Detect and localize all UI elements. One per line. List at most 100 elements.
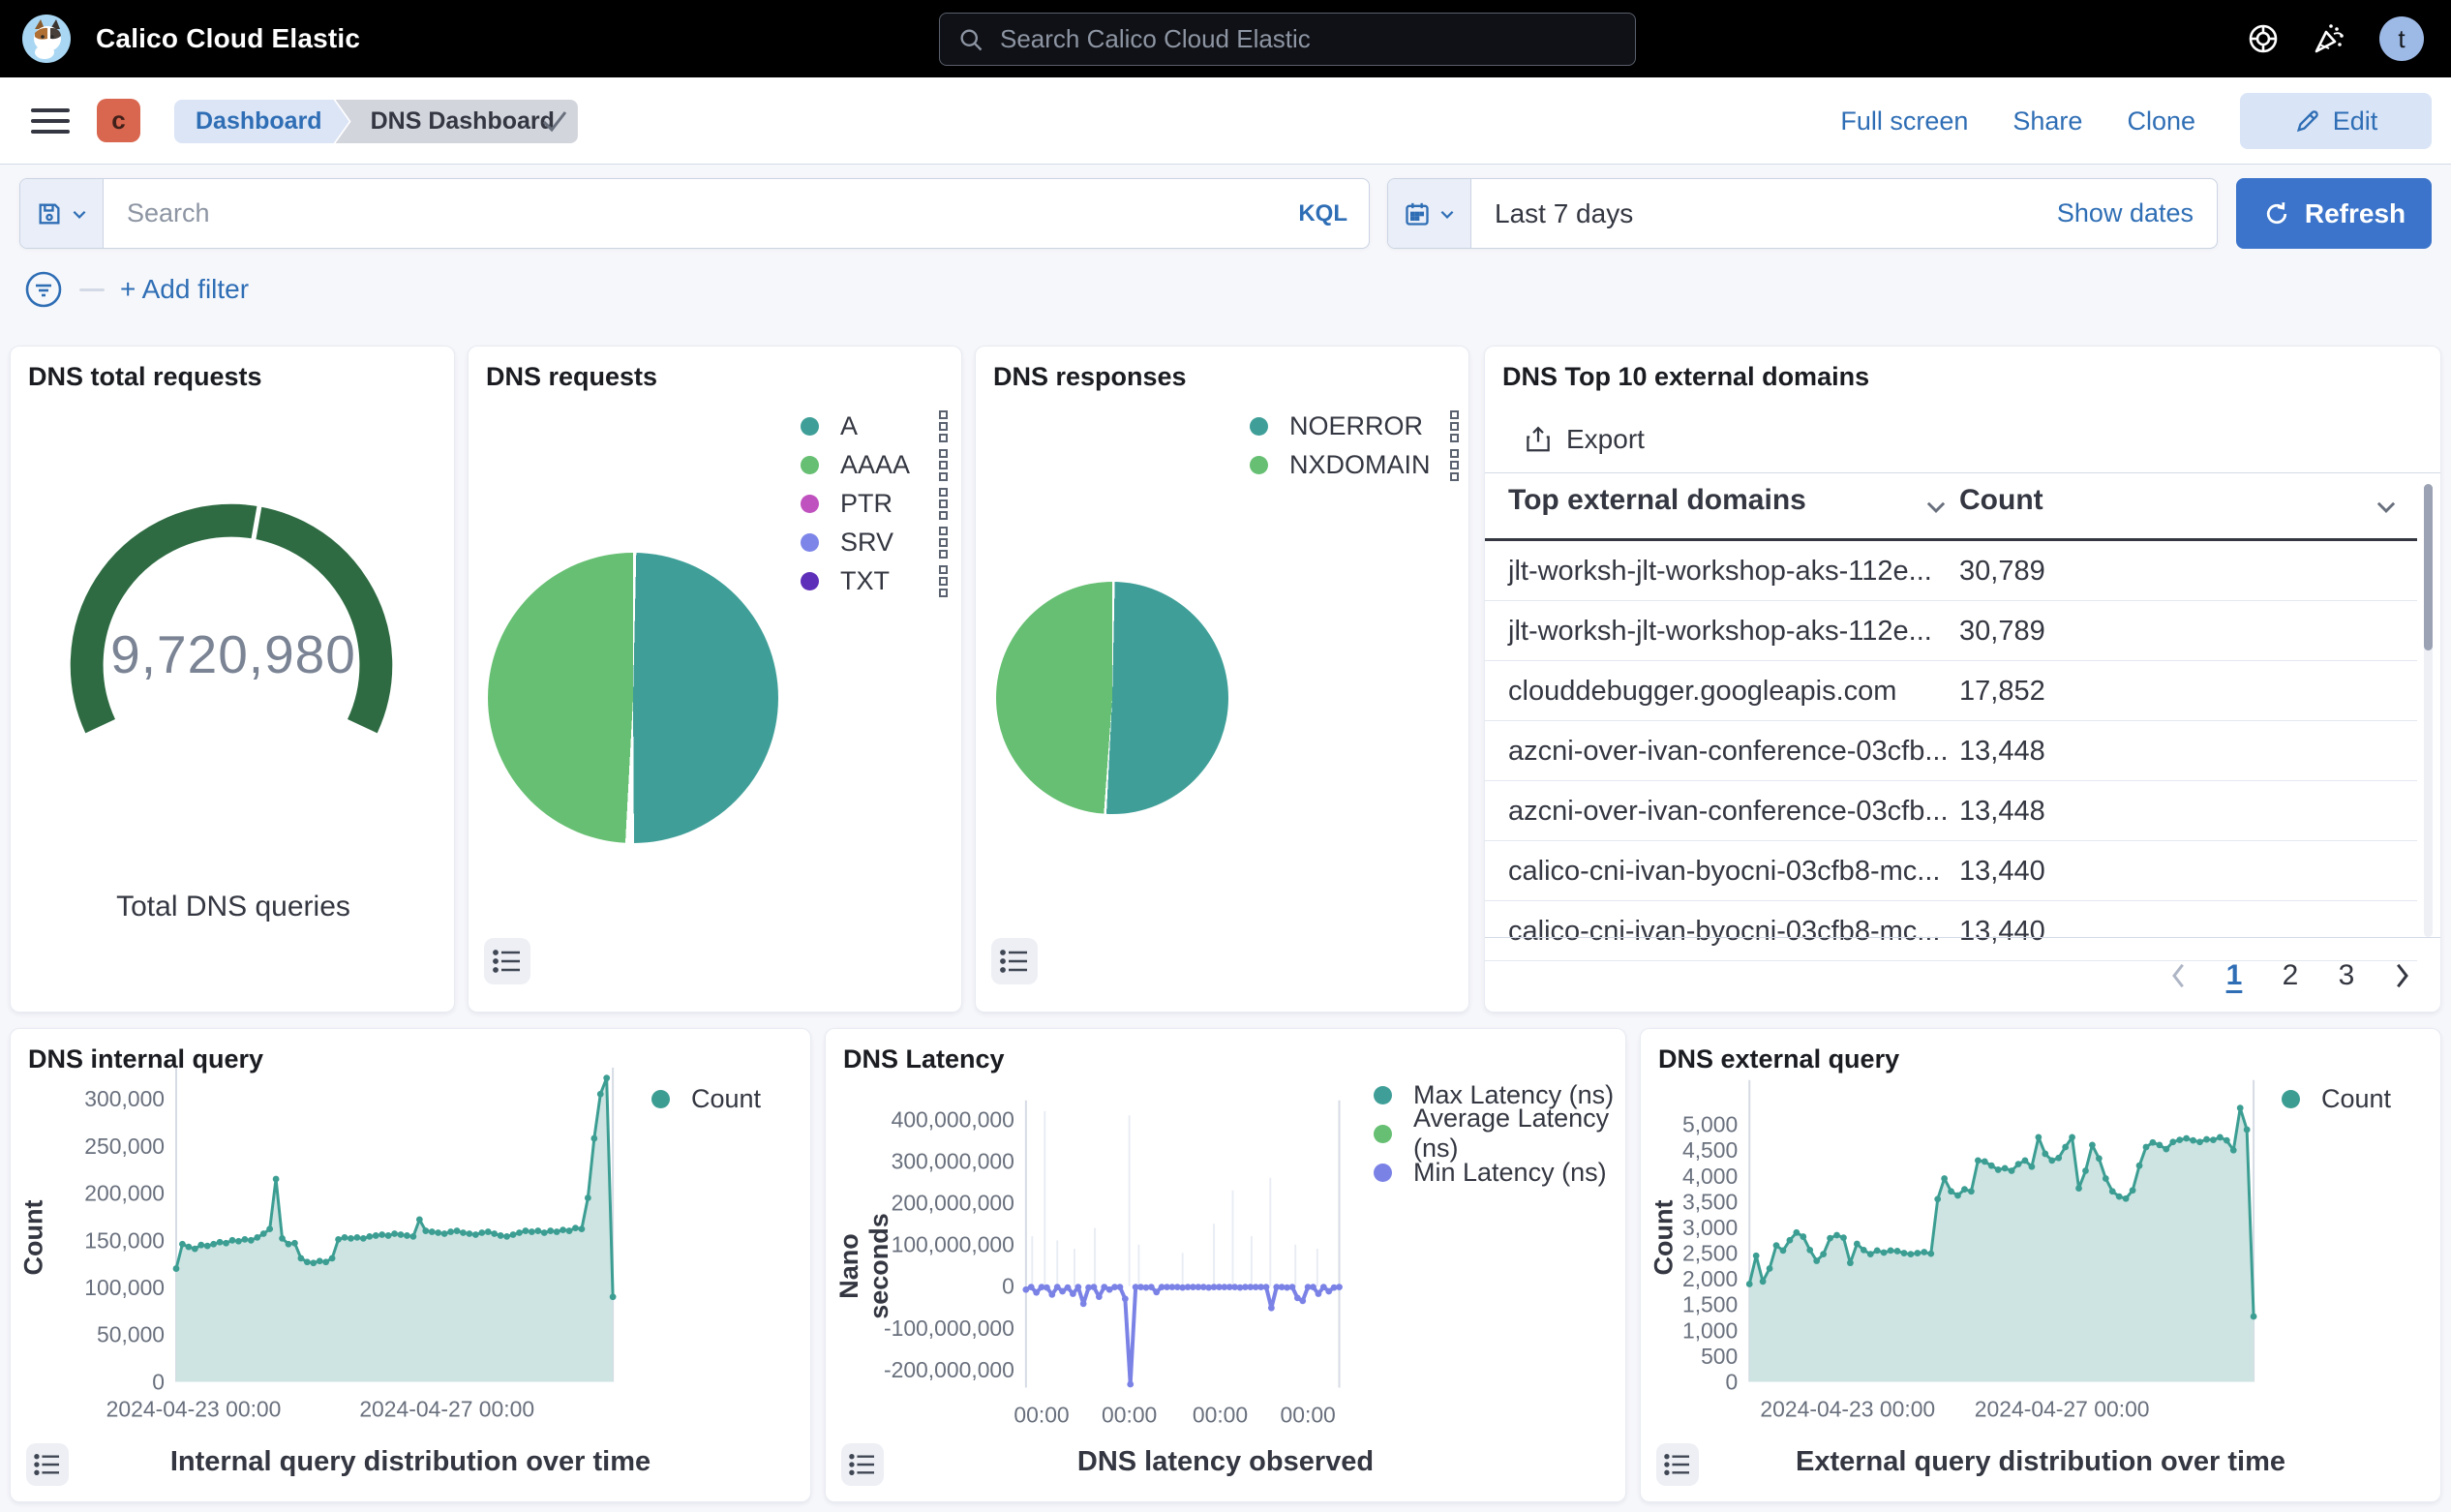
sort-chevron-icon[interactable]: [1923, 494, 1949, 519]
legend-item[interactable]: Count: [2282, 1079, 2427, 1118]
legend-item[interactable]: A: [801, 407, 948, 445]
legend-label[interactable]: SRV: [840, 528, 893, 558]
edit-button[interactable]: Edit: [2240, 93, 2432, 149]
legend-item[interactable]: Count: [651, 1079, 797, 1118]
legend-item[interactable]: NOERROR: [1250, 407, 1459, 445]
full-screen-button[interactable]: Full screen: [1840, 106, 1968, 136]
clone-button[interactable]: Clone: [2127, 106, 2195, 136]
panel-dns-internal-query[interactable]: DNS internal query Count 300,000250,0002…: [10, 1028, 811, 1502]
time-range-field[interactable]: Last 7 days Show dates: [1471, 179, 2217, 248]
column-count[interactable]: Count: [1959, 484, 2043, 517]
help-icon[interactable]: [2242, 17, 2285, 60]
legend-item[interactable]: TXT: [801, 561, 948, 600]
page-button-3[interactable]: 3: [2334, 959, 2359, 992]
domain-cell: azcni-over-ivan-conference-03cfb...: [1508, 796, 1949, 828]
table-row[interactable]: azcni-over-ivan-conference-03cfb... 13,44…: [1485, 781, 2417, 841]
svg-text:1,500: 1,500: [1682, 1292, 1738, 1317]
legend-toggle-button[interactable]: [991, 938, 1038, 984]
legend-actions-icon[interactable]: [939, 565, 948, 597]
count-cell: 13,448: [1959, 796, 2045, 828]
list-icon: [1664, 1453, 1691, 1476]
svg-text:100,000: 100,000: [84, 1275, 165, 1300]
legend-item[interactable]: SRV: [801, 523, 948, 561]
legend-toggle-button[interactable]: [1656, 1443, 1699, 1486]
x-axis-title: Internal query distribution over time: [11, 1446, 810, 1478]
dashboard-page: Calico Cloud Elastic t: [0, 0, 2451, 1512]
panel-title: DNS responses: [993, 362, 1187, 392]
export-button[interactable]: Export: [1524, 424, 1645, 455]
legend-actions-icon[interactable]: [939, 488, 948, 520]
page-button-1[interactable]: 1: [2222, 959, 2247, 992]
panel-dns-responses[interactable]: DNS responses NOERROR NXDOMAIN: [975, 346, 1469, 1013]
svg-text:0: 0: [1002, 1274, 1014, 1299]
calico-cat-logo-icon[interactable]: [21, 14, 72, 64]
legend-label[interactable]: Count: [691, 1084, 761, 1114]
svg-text:50,000: 50,000: [97, 1322, 165, 1347]
table-row[interactable]: azcni-over-ivan-conference-03cfb...13,44…: [1485, 721, 2417, 781]
panel-dns-total-requests[interactable]: DNS total requests 9,720,980 Total DNS q…: [10, 346, 455, 1013]
panel-dns-requests[interactable]: DNS requests AAAAAPTRSRVTXT: [468, 346, 962, 1013]
global-search[interactable]: [939, 13, 1636, 66]
legend-item[interactable]: NXDOMAIN: [1250, 445, 1459, 484]
legend-actions-icon[interactable]: [939, 449, 948, 481]
page-button-2[interactable]: 2: [2278, 959, 2303, 992]
legend-label[interactable]: NXDOMAIN: [1289, 450, 1431, 480]
refresh-button[interactable]: Refresh: [2236, 178, 2432, 249]
legend-item[interactable]: Min Latency (ns): [1374, 1153, 1616, 1192]
table-scrollbar[interactable]: [2424, 484, 2433, 937]
legend-toggle-button[interactable]: [26, 1443, 69, 1486]
add-filter-button[interactable]: + Add filter: [120, 274, 249, 305]
saved-query-menu-button[interactable]: [20, 179, 104, 248]
panel-dns-latency[interactable]: DNS Latency Nano seconds 400,000,000300,…: [825, 1028, 1626, 1502]
legend-label[interactable]: AAAA: [840, 450, 910, 480]
legend-actions-icon[interactable]: [1450, 410, 1459, 442]
legend-label[interactable]: Count: [2321, 1084, 2391, 1114]
page-numbers: 123: [2222, 959, 2359, 992]
column-domains[interactable]: Top external domains: [1508, 484, 1806, 517]
panel-top-external-domains[interactable]: DNS Top 10 external domains Export Top e…: [1484, 346, 2441, 1013]
legend-actions-icon[interactable]: [939, 410, 948, 442]
table-row[interactable]: jlt-worksh-jlt-workshop-aks-112e...30,78…: [1485, 541, 2417, 601]
legend-item[interactable]: Average Latency (ns): [1374, 1114, 1616, 1153]
svg-text:300,000,000: 300,000,000: [892, 1149, 1014, 1174]
svg-text:2024-04-27 00:00: 2024-04-27 00:00: [359, 1396, 534, 1421]
legend-label[interactable]: Min Latency (ns): [1413, 1158, 1607, 1188]
legend-item[interactable]: AAAA: [801, 445, 948, 484]
calendar-menu-button[interactable]: [1388, 179, 1471, 248]
scrollbar-thumb[interactable]: [2424, 484, 2433, 650]
show-dates-button[interactable]: Show dates: [2057, 198, 2194, 228]
legend-toggle-button[interactable]: [841, 1443, 884, 1486]
menu-icon[interactable]: [31, 102, 70, 140]
global-search-input[interactable]: [1000, 24, 1618, 54]
table-row[interactable]: clouddebugger.googleapis.com17,852: [1485, 661, 2417, 721]
legend-label[interactable]: TXT: [840, 566, 890, 596]
dns-requests-pie[interactable]: [488, 553, 778, 843]
filter-icon[interactable]: [23, 269, 64, 310]
legend-label[interactable]: PTR: [840, 489, 893, 519]
kql-query-input[interactable]: [104, 179, 1277, 248]
table-row[interactable]: calico-cni-ivan-byocni-03cfb8-mc...13,44…: [1485, 841, 2417, 901]
divider: [1485, 472, 2440, 473]
space-badge[interactable]: c: [97, 99, 140, 142]
legend-toggle-button[interactable]: [484, 938, 530, 984]
user-avatar[interactable]: t: [2379, 16, 2424, 61]
kql-syntax-button[interactable]: KQL: [1277, 179, 1369, 248]
legend-item[interactable]: PTR: [801, 484, 948, 523]
sort-chevron-icon[interactable]: [2374, 494, 2399, 519]
legend-label[interactable]: NOERROR: [1289, 411, 1423, 441]
toolbar-actions: Full screen Share Clone Edit: [1840, 77, 2432, 165]
prev-page-icon[interactable]: [2167, 961, 2191, 990]
svg-text:0: 0: [1726, 1369, 1739, 1394]
legend-actions-icon[interactable]: [1450, 449, 1459, 481]
share-button[interactable]: Share: [2012, 106, 2082, 136]
svg-text:2024-04-27 00:00: 2024-04-27 00:00: [1975, 1396, 2150, 1421]
next-page-icon[interactable]: [2390, 961, 2413, 990]
table-row[interactable]: jlt-worksh-jlt-workshop-aks-112e...30,78…: [1485, 601, 2417, 661]
panel-dns-external-query[interactable]: DNS external query Count 5,0004,5004,000…: [1640, 1028, 2441, 1502]
legend-actions-icon[interactable]: [939, 527, 948, 559]
svg-text:00:00: 00:00: [1014, 1402, 1069, 1427]
breadcrumb-dashboard[interactable]: Dashboard: [174, 100, 349, 143]
dns-responses-pie[interactable]: [996, 582, 1228, 814]
whats-new-party-icon[interactable]: [2308, 17, 2350, 60]
legend-label[interactable]: A: [840, 411, 858, 441]
